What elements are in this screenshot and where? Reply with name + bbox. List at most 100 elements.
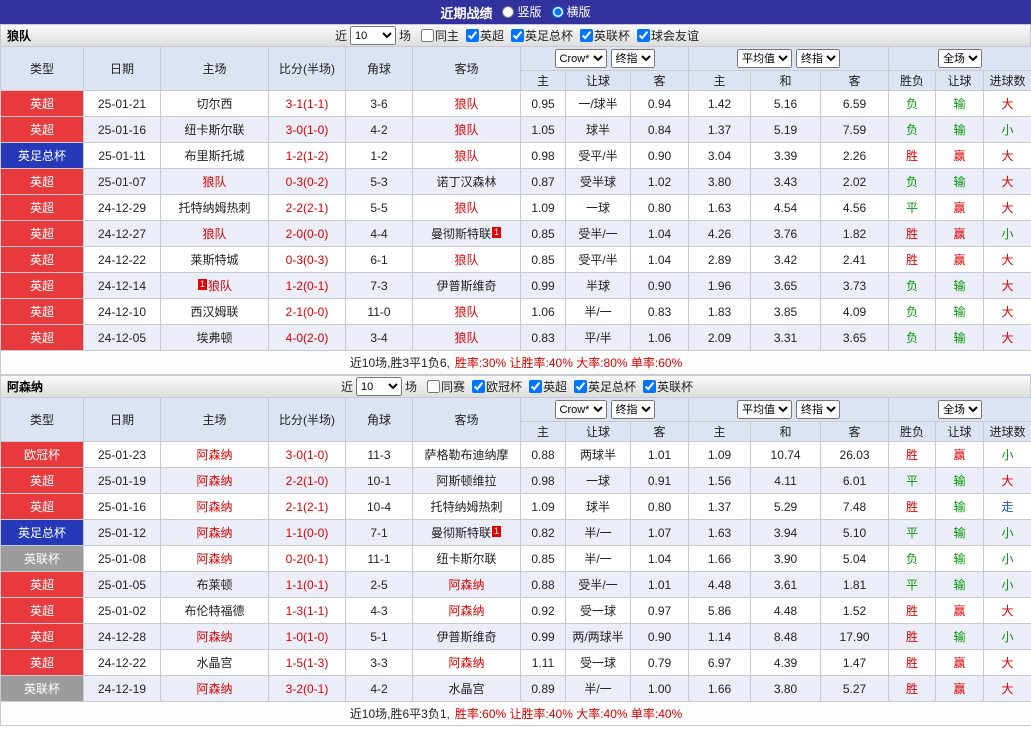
odds-cell: 3.85 <box>750 298 822 325</box>
filter-option[interactable]: 英超 <box>465 27 504 44</box>
summary-record: 近10场,胜6平3负1, <box>349 707 450 721</box>
home-team-cell: 狼队 <box>160 168 269 195</box>
result-cell: 平 <box>888 519 937 546</box>
corner-cell: 10-1 <box>345 467 413 494</box>
odds-cell: 2.89 <box>688 246 752 273</box>
home-team-cell: 纽卡斯尔联 <box>160 116 269 143</box>
odds-cell: 半/一 <box>565 298 631 325</box>
odds-cell: 1.01 <box>629 571 690 598</box>
odds-source-select[interactable]: 终指 <box>610 400 655 419</box>
result-cell: 平 <box>888 571 937 598</box>
avg-source-select[interactable]: 平均值 <box>737 400 793 419</box>
league-cell: 英超 <box>0 324 84 351</box>
odds-cell: 7.59 <box>820 116 890 143</box>
result-cell: 负 <box>888 116 937 143</box>
odds-cell: 球半 <box>565 116 631 143</box>
home-team-cell: 阿森纳 <box>160 441 269 468</box>
summary-rates: 胜率:60% 让胜率:40% 大率:40% 单率:40% <box>454 707 683 721</box>
odds-cell: 4.48 <box>750 597 822 624</box>
layout-option-1[interactable]: 横版 <box>551 3 591 20</box>
away-team-cell: 阿森纳 <box>412 571 521 598</box>
result-cell: 胜 <box>888 441 937 468</box>
odds-cell: 5.10 <box>820 519 890 546</box>
corner-cell: 11-3 <box>345 441 413 468</box>
layout-radio[interactable] <box>502 5 515 18</box>
date-cell: 24-12-28 <box>83 623 161 650</box>
home-team-cell: 阿森纳 <box>160 493 269 520</box>
odds-cell: 0.97 <box>629 597 690 624</box>
result-cell: 大 <box>983 246 1031 273</box>
filter-checkbox[interactable] <box>529 380 542 393</box>
home-team-cell: 埃弗顿 <box>160 324 269 351</box>
odds-cell: 4.09 <box>820 298 890 325</box>
away-team-cell: 狼队 <box>412 142 521 169</box>
away-team-cell: 阿斯顿维拉 <box>412 467 521 494</box>
odds-cell: 6.97 <box>688 649 752 676</box>
odds-cell: 1.06 <box>520 298 566 325</box>
filter-checkbox[interactable] <box>637 29 651 42</box>
filter-option[interactable]: 英联杯 <box>643 378 693 395</box>
filter-option[interactable]: 球会友谊 <box>637 27 699 44</box>
odds-cell: 2.02 <box>820 168 890 195</box>
corner-cell: 4-2 <box>345 116 413 143</box>
date-cell: 25-01-19 <box>83 467 161 494</box>
scope-select[interactable]: 全场 <box>938 49 983 68</box>
layout-option-0[interactable]: 竖版 <box>502 3 542 20</box>
result-cell: 赢 <box>935 142 985 169</box>
odds-cell: 17.90 <box>820 623 890 650</box>
odds-cell: 受半/一 <box>565 220 631 247</box>
col-header: 类型 <box>0 46 84 91</box>
odds-cell: 0.95 <box>520 90 566 117</box>
avg-source-select[interactable]: 终指 <box>796 49 841 68</box>
result-cell: 负 <box>888 272 937 299</box>
corner-cell: 11-1 <box>345 545 413 572</box>
recent-count-select[interactable]: 10 <box>349 26 396 45</box>
red-card-badge: 1 <box>197 279 207 290</box>
filter-checkbox[interactable] <box>511 29 524 42</box>
filter-checkbox[interactable] <box>465 29 479 42</box>
filter-option[interactable]: 同赛 <box>426 378 465 395</box>
result-cell: 输 <box>935 116 985 143</box>
result-cell: 输 <box>935 571 985 598</box>
away-team-cell: 曼彻斯特联 1 <box>412 519 521 546</box>
odds-cell: 5.19 <box>750 116 822 143</box>
recent-count-select[interactable]: 10 <box>355 377 402 396</box>
result-cell: 输 <box>935 298 985 325</box>
odds-source-select[interactable]: 终指 <box>610 49 655 68</box>
filter-option[interactable]: 英超 <box>529 378 567 395</box>
date-cell: 24-12-14 <box>83 272 161 299</box>
odds-source-group: Crow* 终指 <box>519 46 690 71</box>
filter-checkbox[interactable] <box>643 380 657 393</box>
match-row: 英超 24-12-14 1 狼队 1-2(0-1) 7-3 伊普斯维奇 0.99 半球 0.90 1… <box>0 272 1031 299</box>
result-cell: 负 <box>888 324 937 351</box>
filter-option[interactable]: 欧冠杯 <box>471 378 522 395</box>
filter-checkbox[interactable] <box>420 29 434 42</box>
avg-source-select[interactable]: 终指 <box>796 400 841 419</box>
scope-select[interactable]: 全场 <box>938 400 983 419</box>
odds-source-select[interactable]: Crow* <box>554 49 607 68</box>
filter-option[interactable]: 英足总杯 <box>511 27 573 44</box>
league-cell: 英足总杯 <box>0 142 84 169</box>
result-cell: 小 <box>983 441 1031 468</box>
filter-checkbox[interactable] <box>471 380 485 393</box>
filter-checkbox[interactable] <box>574 380 588 393</box>
result-cell: 小 <box>983 571 1031 598</box>
league-cell: 英超 <box>0 90 84 117</box>
filter-checkbox[interactable] <box>426 380 440 393</box>
filter-checkbox[interactable] <box>580 29 594 42</box>
layout-radio[interactable] <box>551 5 564 18</box>
avg-source-select[interactable]: 平均值 <box>737 49 793 68</box>
filter-option[interactable]: 同主 <box>420 27 459 44</box>
result-cell: 赢 <box>935 194 985 221</box>
match-row: 英超 24-12-27 狼队 2-0(0-0) 4-4 曼彻斯特联 1 0.85 受半/一 1.0… <box>0 220 1031 247</box>
filter-option[interactable]: 英联杯 <box>580 27 630 44</box>
filter-option[interactable]: 英足总杯 <box>574 378 636 395</box>
corner-cell: 2-5 <box>345 571 413 598</box>
odds-cell: 0.88 <box>520 441 566 468</box>
corner-cell: 6-1 <box>345 246 413 273</box>
odds-source-select[interactable]: Crow* <box>554 400 607 419</box>
date-cell: 24-12-27 <box>83 220 161 247</box>
corner-cell: 4-4 <box>345 220 413 247</box>
match-row: 英超 25-01-16 阿森纳 2-1(2-1) 10-4 托特纳姆热刺 1.09 球半 0.8… <box>0 493 1031 520</box>
col-header: 比分(半场) <box>268 397 346 442</box>
